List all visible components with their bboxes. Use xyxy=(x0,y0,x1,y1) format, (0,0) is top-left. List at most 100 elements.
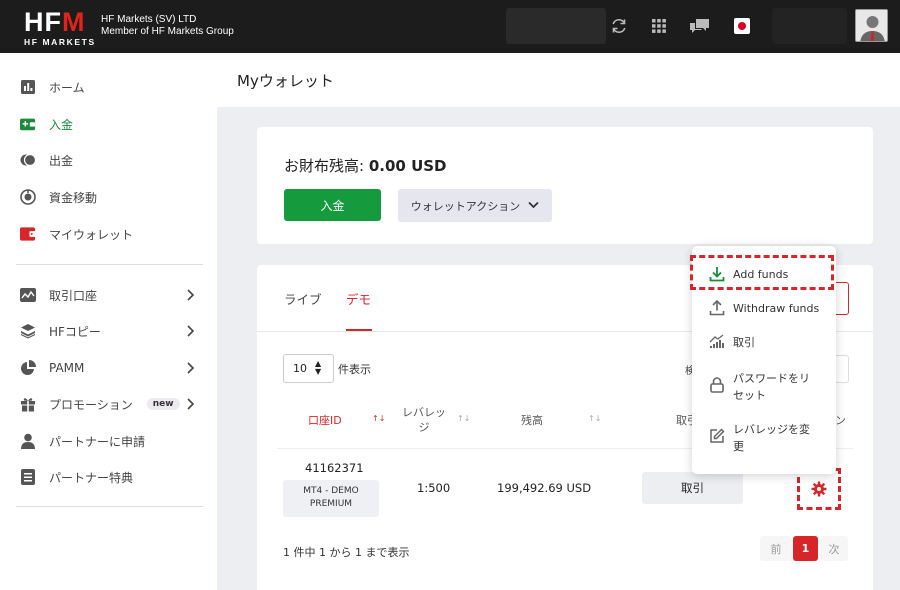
chat-icon[interactable] xyxy=(689,15,711,37)
header-line: レバレッ xyxy=(402,406,446,419)
sidebar-item-hf-copy[interactable]: HFコピー xyxy=(0,316,217,346)
add-account-button-edge[interactable] xyxy=(835,282,849,315)
column-header-balance[interactable]: 残高 xyxy=(521,412,543,428)
sidebar: ホーム 入金 出金 資金移動 マイウォレット 取引口座 HFコピー PAMM プ… xyxy=(0,53,217,590)
blurred-user-info xyxy=(772,8,847,44)
trade-button[interactable]: 取引 xyxy=(642,472,743,504)
menu-item-label: レバレッジを変更 xyxy=(733,420,810,455)
account-id: 41162371 xyxy=(305,461,364,475)
account-leverage: 1:500 xyxy=(417,481,451,495)
chevron-down-icon xyxy=(528,199,539,212)
new-badge: new xyxy=(146,398,180,410)
select-caret-icon: ▲ ▼ xyxy=(315,359,322,376)
sidebar-item-label: パートナー特典 xyxy=(49,470,134,485)
column-header-leverage[interactable]: レバレッジ xyxy=(402,405,446,435)
wallet-balance: お財布残高: 0.00 USD xyxy=(284,155,447,176)
sidebar-item-transfer[interactable]: 資金移動 xyxy=(0,182,217,212)
sidebar-item-pamm[interactable]: PAMM xyxy=(0,353,217,383)
wallet-icon xyxy=(20,226,36,242)
menu-item-add-funds[interactable]: Add funds xyxy=(692,265,836,283)
sort-icon[interactable]: ↑↓ xyxy=(457,414,470,423)
deposit-button[interactable]: 入金 xyxy=(284,189,381,221)
sort-icon[interactable]: ↑↓ xyxy=(588,414,601,423)
account-balance: 199,492.69 USD xyxy=(497,481,592,495)
menu-label-line: 更 xyxy=(733,440,744,453)
sidebar-divider xyxy=(16,264,203,265)
sort-icon[interactable]: ↑↓ xyxy=(372,414,385,423)
page-header: Myウォレット xyxy=(217,53,900,107)
sidebar-item-label: マイウォレット xyxy=(49,227,134,242)
sidebar-item-label: 入金 xyxy=(49,117,74,132)
account-action-menu: Add funds Withdraw funds 取引 パスワードをリ セット レ… xyxy=(690,246,836,474)
menu-item-trade[interactable]: 取引 xyxy=(692,333,836,351)
sidebar-item-my-wallet[interactable]: マイウォレット xyxy=(0,219,217,249)
sidebar-item-label: ホーム xyxy=(49,80,85,95)
account-type-badge: MT4 - DEMO PREMIUM xyxy=(283,480,379,517)
per-page-label: 件表示 xyxy=(338,363,371,376)
header-line: ジ xyxy=(418,421,430,434)
menu-item-withdraw-funds[interactable]: Withdraw funds xyxy=(692,299,836,317)
pagination-next[interactable]: 次 xyxy=(820,536,848,561)
logo-subtext: HF MARKETS xyxy=(24,37,96,47)
company-name: HF Markets (SV) LTD xyxy=(101,14,197,25)
trade-chart-icon xyxy=(708,333,726,351)
gift-icon xyxy=(20,396,36,412)
menu-label-line: パスワードをリ xyxy=(733,372,810,385)
tab-demo[interactable]: デモ xyxy=(346,289,371,308)
sidebar-item-withdraw[interactable]: 出金 xyxy=(0,145,217,175)
menu-item-label: パスワードをリ セット xyxy=(733,369,810,404)
pie-chart-icon xyxy=(20,360,36,376)
balance-value: 0.00 USD xyxy=(368,157,447,175)
company-group: Member of HF Markets Group xyxy=(101,26,234,37)
column-header-id[interactable]: 口座ID xyxy=(308,412,342,428)
japan-flag-icon[interactable] xyxy=(734,18,750,34)
lock-icon xyxy=(708,376,726,394)
menu-label-line: レバレッジを変 xyxy=(733,423,810,436)
wallet-balance-card: お財布残高: 0.00 USD 入金 ウォレットアクション xyxy=(257,127,873,244)
line-chart-icon xyxy=(20,287,36,303)
wallet-plus-icon xyxy=(20,116,36,132)
avatar[interactable] xyxy=(855,9,888,42)
sidebar-item-partner-benefits[interactable]: パートナー特典 xyxy=(0,462,217,492)
gear-icon[interactable] xyxy=(797,468,841,510)
pagination-page-1[interactable]: 1 xyxy=(793,536,818,561)
menu-item-change-leverage[interactable]: レバレッジを変更 xyxy=(692,420,836,455)
chevron-right-icon xyxy=(186,289,195,304)
wallet-action-label: ウォレットアクション xyxy=(410,199,521,213)
transfer-icon xyxy=(20,189,36,205)
menu-item-label: 取引 xyxy=(733,336,755,349)
menu-item-label: Withdraw funds xyxy=(733,302,820,315)
download-icon xyxy=(708,265,726,283)
layers-icon xyxy=(20,323,36,339)
pagination-prev[interactable]: 前 xyxy=(760,536,792,561)
menu-item-reset-password[interactable]: パスワードをリ セット xyxy=(692,369,836,404)
tab-live[interactable]: ライブ xyxy=(284,289,322,308)
upload-icon xyxy=(708,299,726,317)
sidebar-item-home[interactable]: ホーム xyxy=(0,72,217,102)
paging-info: 1 件中 1 から 1 まで表示 xyxy=(283,546,410,559)
sidebar-divider xyxy=(16,506,203,507)
list-icon xyxy=(20,469,36,485)
wallet-action-button[interactable]: ウォレットアクション xyxy=(398,189,552,222)
hfm-logo[interactable]: HFM HF MARKETS xyxy=(24,7,96,48)
blurred-account-info xyxy=(506,8,606,44)
menu-item-label: Add funds xyxy=(733,268,789,281)
coins-icon xyxy=(20,152,36,168)
sidebar-item-promotion[interactable]: プロモーション new xyxy=(0,389,217,419)
menu-label-line: セット xyxy=(733,389,766,402)
account-type-line: PREMIUM xyxy=(309,499,353,509)
sidebar-item-label: 出金 xyxy=(49,153,74,168)
sidebar-item-partner-apply[interactable]: パートナーに申請 xyxy=(0,426,217,456)
per-page-value: 10 xyxy=(293,362,307,375)
chevron-right-icon xyxy=(186,325,195,340)
sidebar-item-deposit[interactable]: 入金 xyxy=(0,109,217,139)
sidebar-item-trading-accounts[interactable]: 取引口座 xyxy=(0,280,217,310)
per-page-select[interactable]: 10 ▲ ▼ xyxy=(283,354,334,383)
apps-grid-icon[interactable] xyxy=(648,15,670,37)
refresh-icon[interactable] xyxy=(608,15,630,37)
sidebar-item-label: HFコピー xyxy=(49,324,101,339)
page-title: Myウォレット xyxy=(237,72,334,90)
person-icon xyxy=(20,433,36,449)
company-info: HF Markets (SV) LTD Member of HF Markets… xyxy=(101,14,234,38)
logo-text-m: M xyxy=(62,7,86,37)
